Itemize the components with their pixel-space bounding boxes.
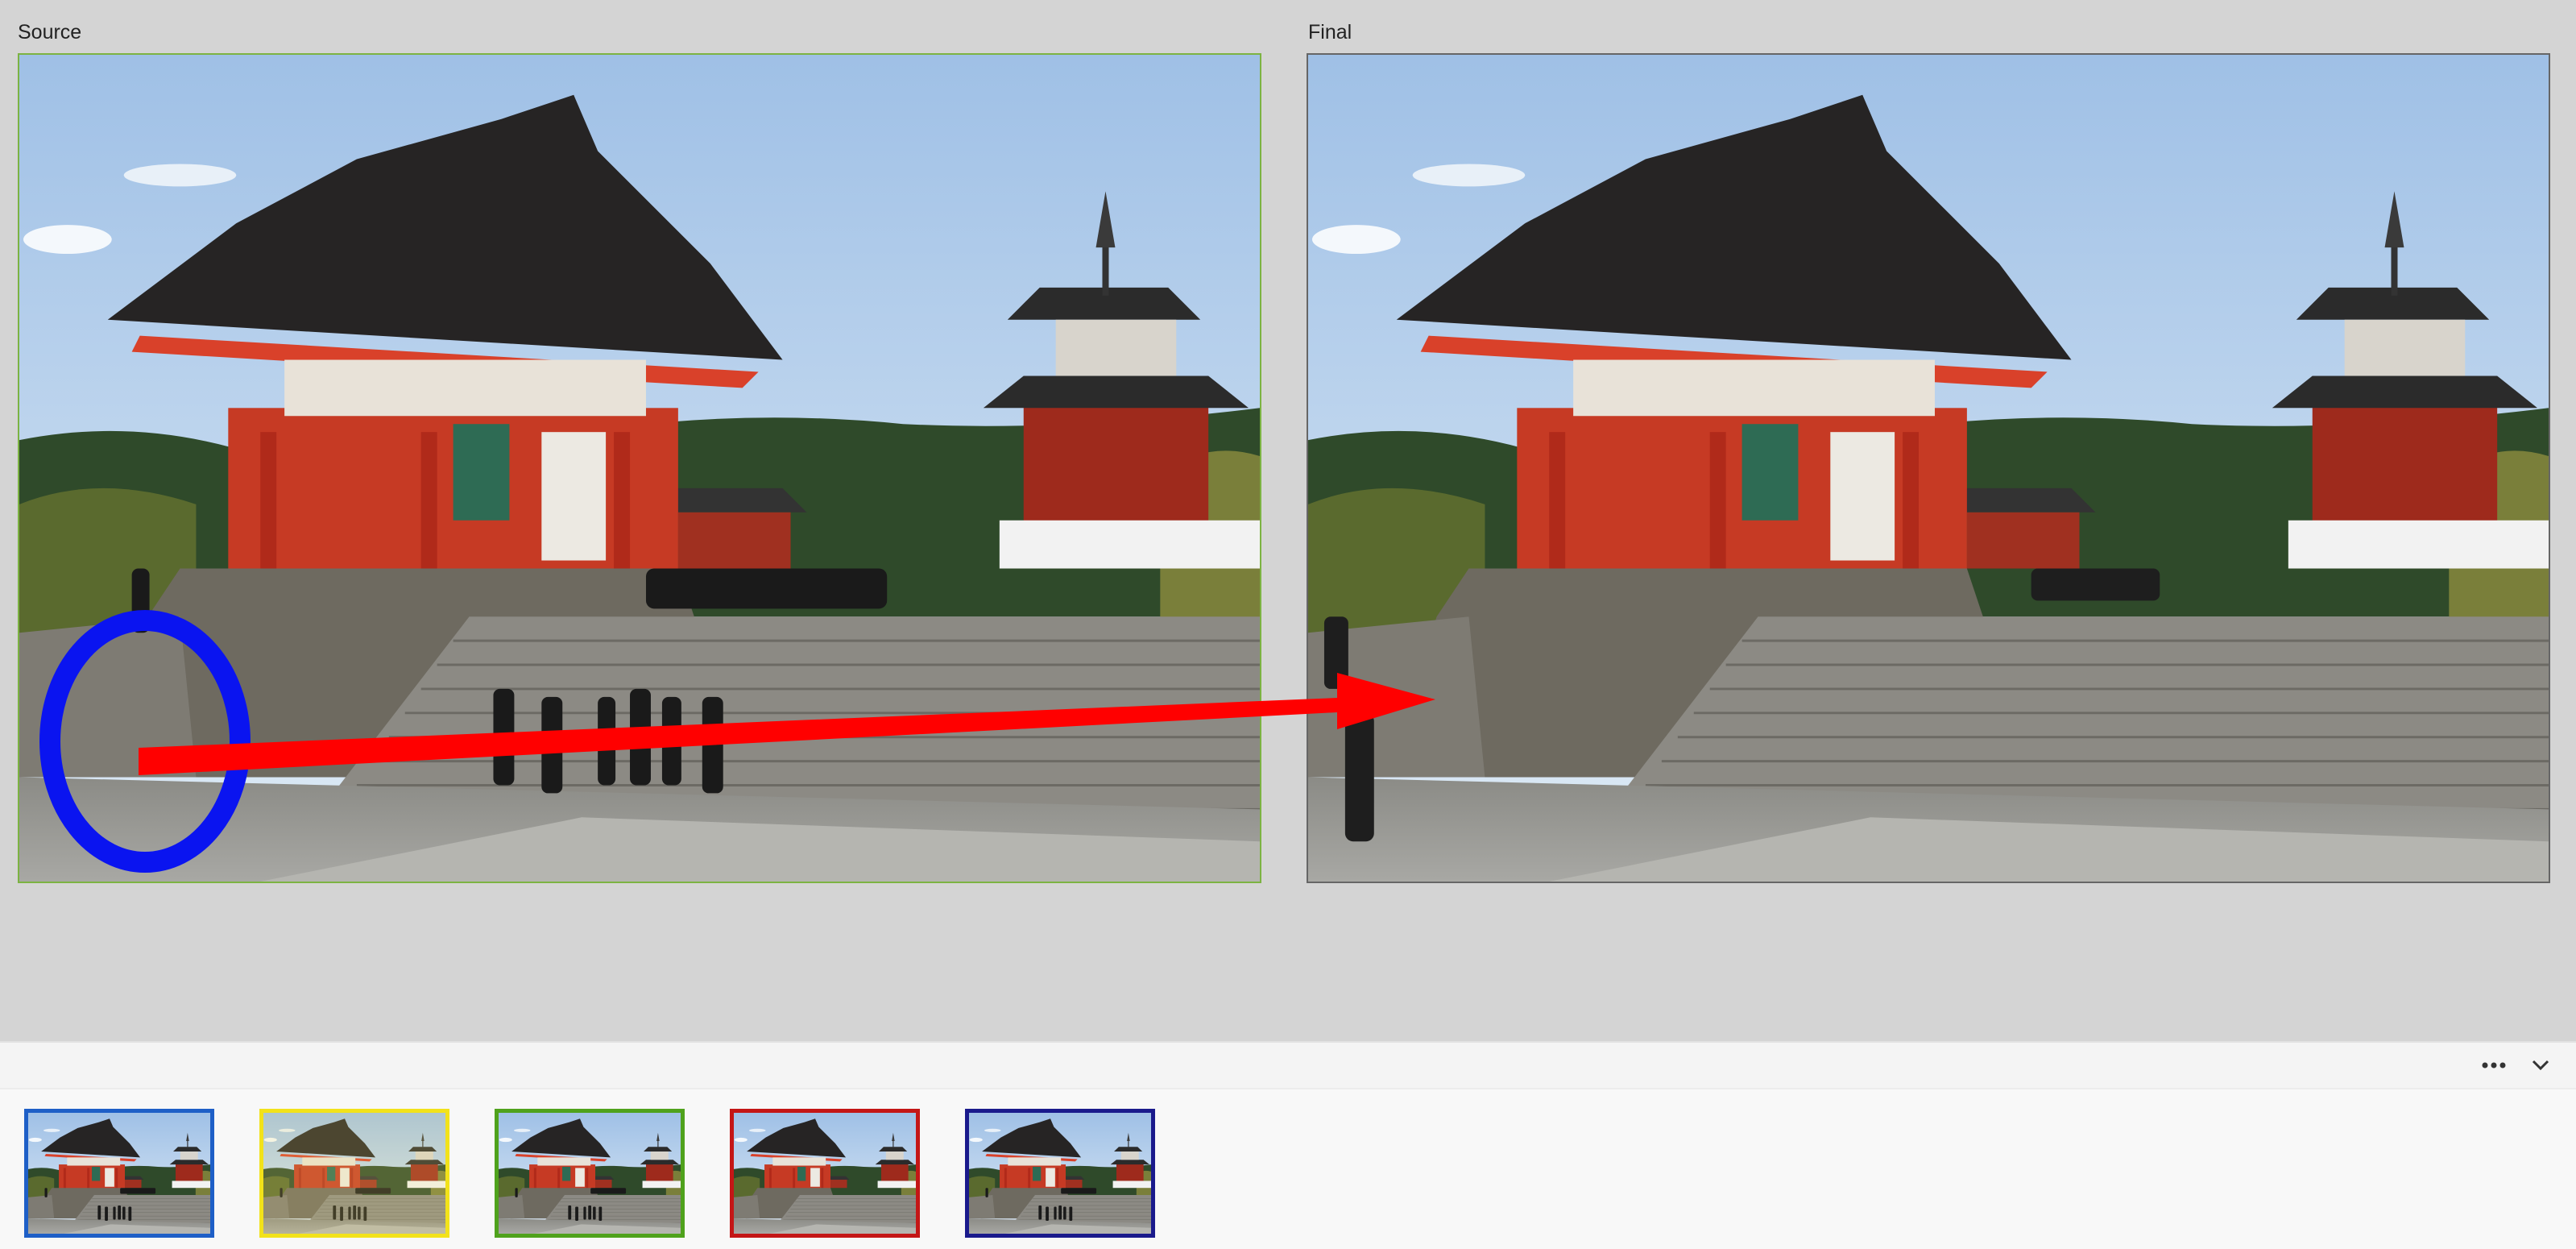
- collapse-panel-button[interactable]: [2524, 1051, 2557, 1080]
- final-image[interactable]: [1307, 53, 2550, 883]
- thumbnail-2[interactable]: [259, 1109, 449, 1238]
- thumbnail-3[interactable]: [495, 1109, 685, 1238]
- thumbnail-5[interactable]: [965, 1109, 1155, 1238]
- thumbnail-1[interactable]: [24, 1109, 214, 1238]
- chevron-down-icon: [2532, 1060, 2549, 1071]
- more-horizontal-icon: [2482, 1062, 2506, 1068]
- filmstrip-panel: [0, 1041, 2576, 1249]
- more-options-button[interactable]: [2478, 1051, 2510, 1080]
- final-pane-label: Final: [1308, 21, 1352, 44]
- filmstrip-header: [0, 1043, 2576, 1089]
- thumbnail-4[interactable]: [730, 1109, 920, 1238]
- source-pane-label: Source: [18, 21, 82, 44]
